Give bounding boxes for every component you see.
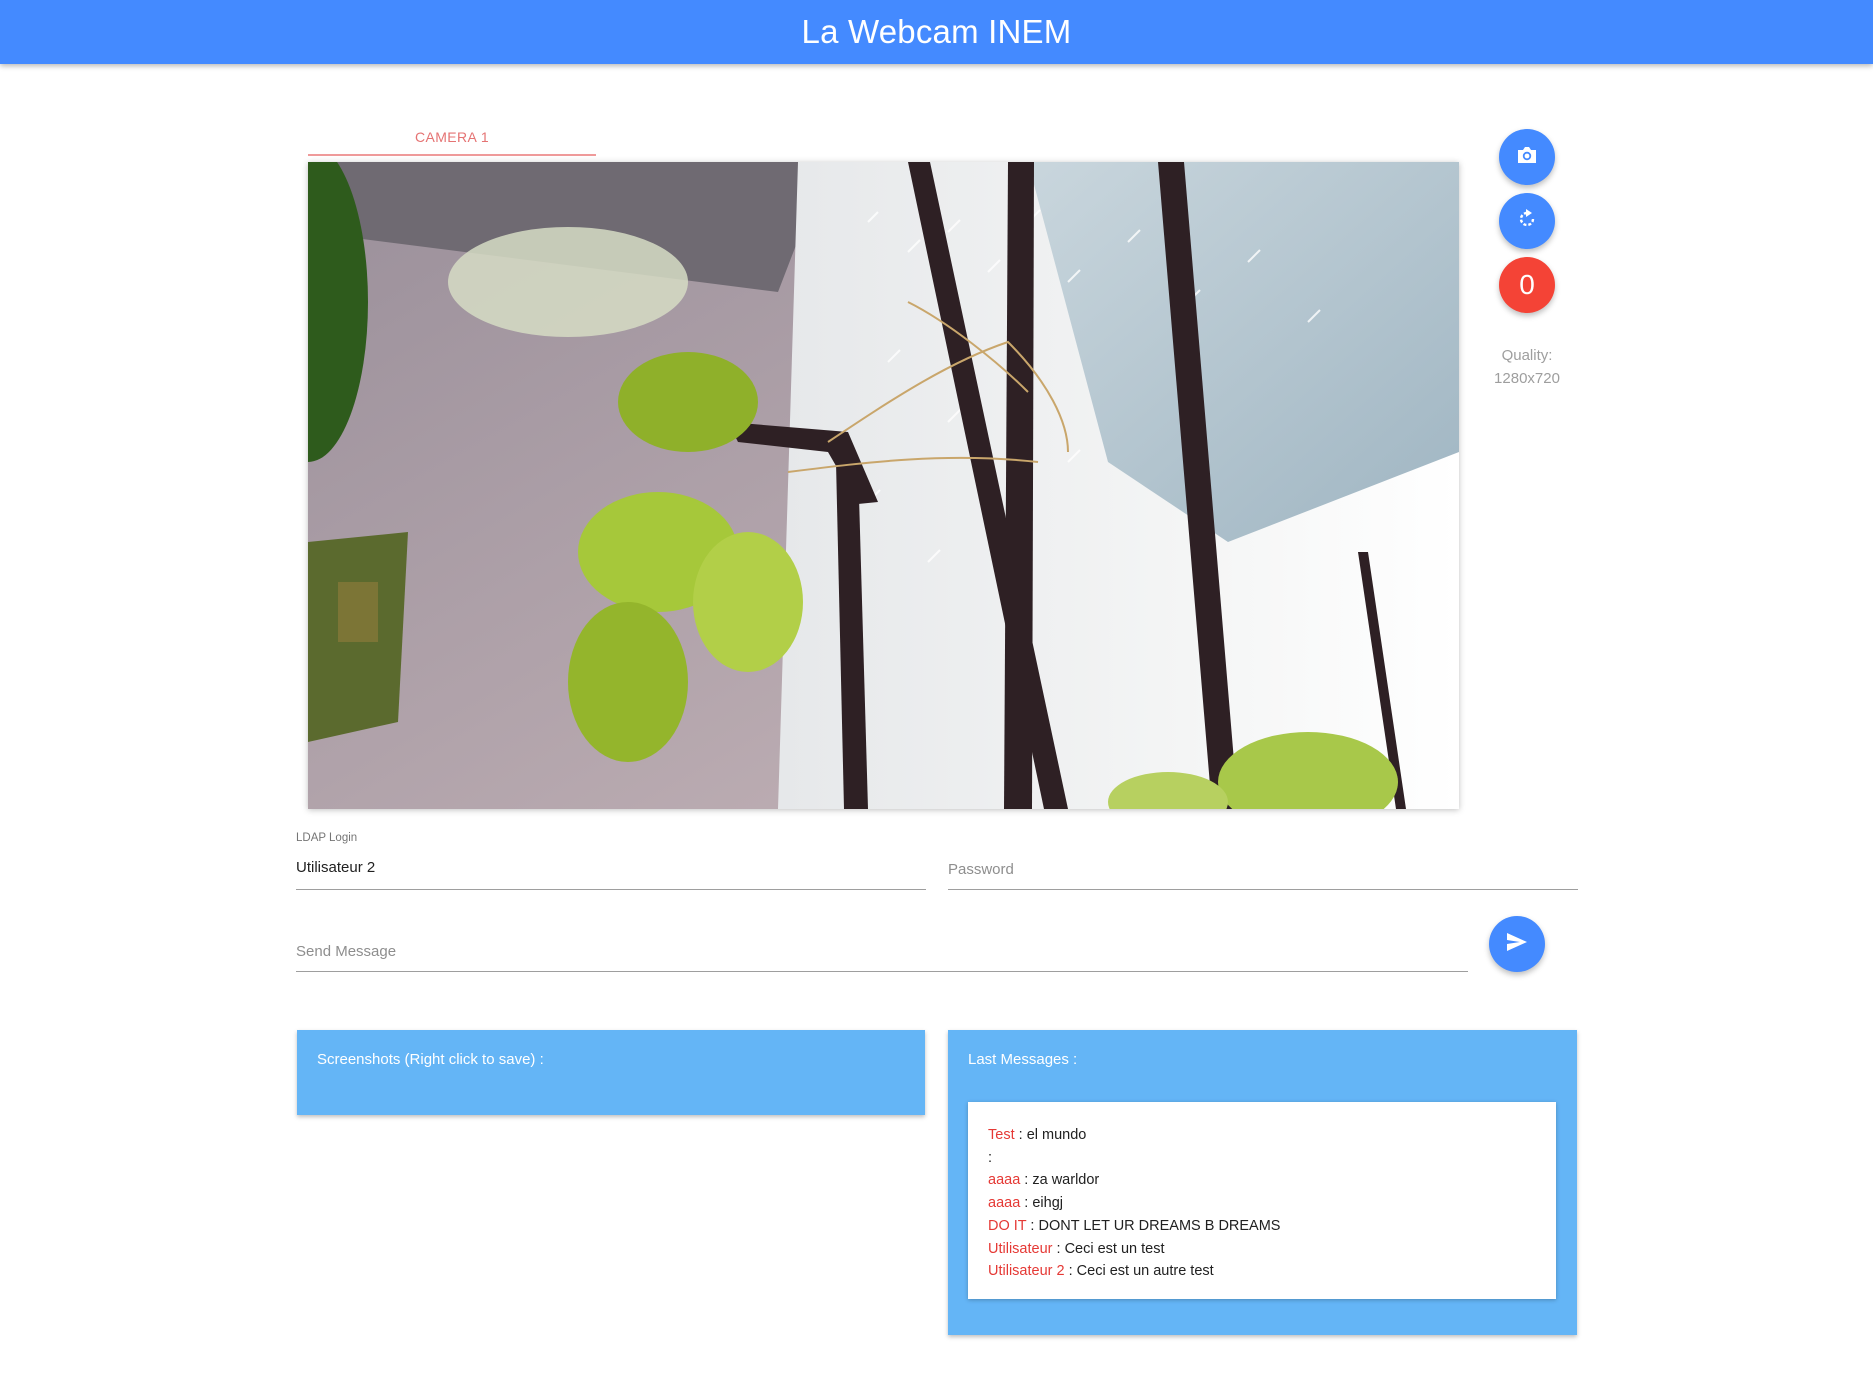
- message-text: el mundo: [1026, 1127, 1087, 1143]
- message-separator: :: [1064, 1263, 1077, 1280]
- message-separator: :: [1026, 1217, 1039, 1234]
- messages-box: Test : el mundo : aaaa : za warldor aaaa…: [968, 1102, 1556, 1299]
- messages-panel-title: Last Messages :: [968, 1051, 1078, 1068]
- app-bar: La Webcam INEM: [0, 0, 1873, 64]
- screenshots-panel: Screenshots (Right click to save) :: [297, 1030, 925, 1115]
- quality-label: Quality:: [1501, 347, 1553, 364]
- message-item: Utilisateur : Ceci est un test: [988, 1238, 1280, 1261]
- password-underline: [948, 889, 1578, 890]
- message-user: Utilisateur 2: [988, 1263, 1065, 1280]
- camera-icon: [1516, 145, 1538, 170]
- message-user: DO IT: [988, 1217, 1027, 1234]
- send-message-field: [296, 914, 1468, 972]
- message-item: DO IT : DONT LET UR DREAMS B DREAMS: [988, 1215, 1280, 1238]
- app-title: La Webcam INEM: [801, 13, 1072, 50]
- refresh-button[interactable]: [1499, 193, 1555, 249]
- message-item: Test : el mundo: [988, 1124, 1280, 1147]
- message-separator: :: [1020, 1172, 1033, 1189]
- message-text: Ceci est un autre test: [1076, 1263, 1214, 1280]
- quality-value: 1280x720: [1494, 370, 1560, 387]
- send-message-input[interactable]: [296, 940, 1468, 962]
- message-text: za warldor: [1032, 1172, 1100, 1189]
- ldap-login-label: LDAP Login: [296, 832, 358, 844]
- tab-active-indicator: [308, 154, 596, 156]
- message-user: Test: [988, 1127, 1015, 1143]
- message-text: Ceci est un test: [1064, 1240, 1165, 1257]
- take-screenshot-button[interactable]: [1499, 129, 1555, 185]
- message-item: :: [988, 1147, 1280, 1170]
- screenshots-panel-title: Screenshots (Right click to save) :: [317, 1051, 544, 1068]
- viewer-count-button[interactable]: 0: [1499, 257, 1555, 313]
- ldap-login-underline: [296, 889, 926, 890]
- message-list: Test : el mundo : aaaa : za warldor aaaa…: [988, 1124, 1280, 1283]
- message-item: aaaa : eihgj: [988, 1192, 1280, 1215]
- password-input[interactable]: [948, 858, 1578, 880]
- ldap-login-input[interactable]: [296, 856, 926, 878]
- ldap-login-field: LDAP Login: [296, 832, 926, 890]
- tab-camera-1[interactable]: CAMERA 1: [308, 118, 596, 156]
- send-message-underline: [296, 971, 1468, 972]
- message-separator: :: [988, 1149, 993, 1166]
- message-item: aaaa : za warldor: [988, 1169, 1280, 1192]
- message-user: aaaa: [988, 1172, 1021, 1189]
- message-separator: :: [1020, 1195, 1033, 1212]
- password-field: [948, 832, 1578, 890]
- message-text: eihgj: [1032, 1195, 1063, 1212]
- webcam-feed: [308, 162, 1459, 809]
- refresh-icon: [1516, 208, 1538, 235]
- message-separator: :: [1052, 1240, 1065, 1257]
- viewer-count: 0: [1519, 269, 1535, 300]
- messages-panel: Last Messages : Test : el mundo : aaaa :…: [948, 1030, 1577, 1335]
- message-item: Utilisateur 2 : Ceci est un autre test: [988, 1260, 1280, 1283]
- message-user: aaaa: [988, 1195, 1021, 1212]
- message-text: DONT LET UR DREAMS B DREAMS: [1038, 1217, 1281, 1234]
- send-icon: [1506, 932, 1528, 957]
- message-separator: :: [1014, 1127, 1027, 1143]
- quality-info: Quality: 1280x720: [1480, 344, 1574, 390]
- send-message-button[interactable]: [1489, 916, 1545, 972]
- message-user: Utilisateur: [988, 1240, 1053, 1257]
